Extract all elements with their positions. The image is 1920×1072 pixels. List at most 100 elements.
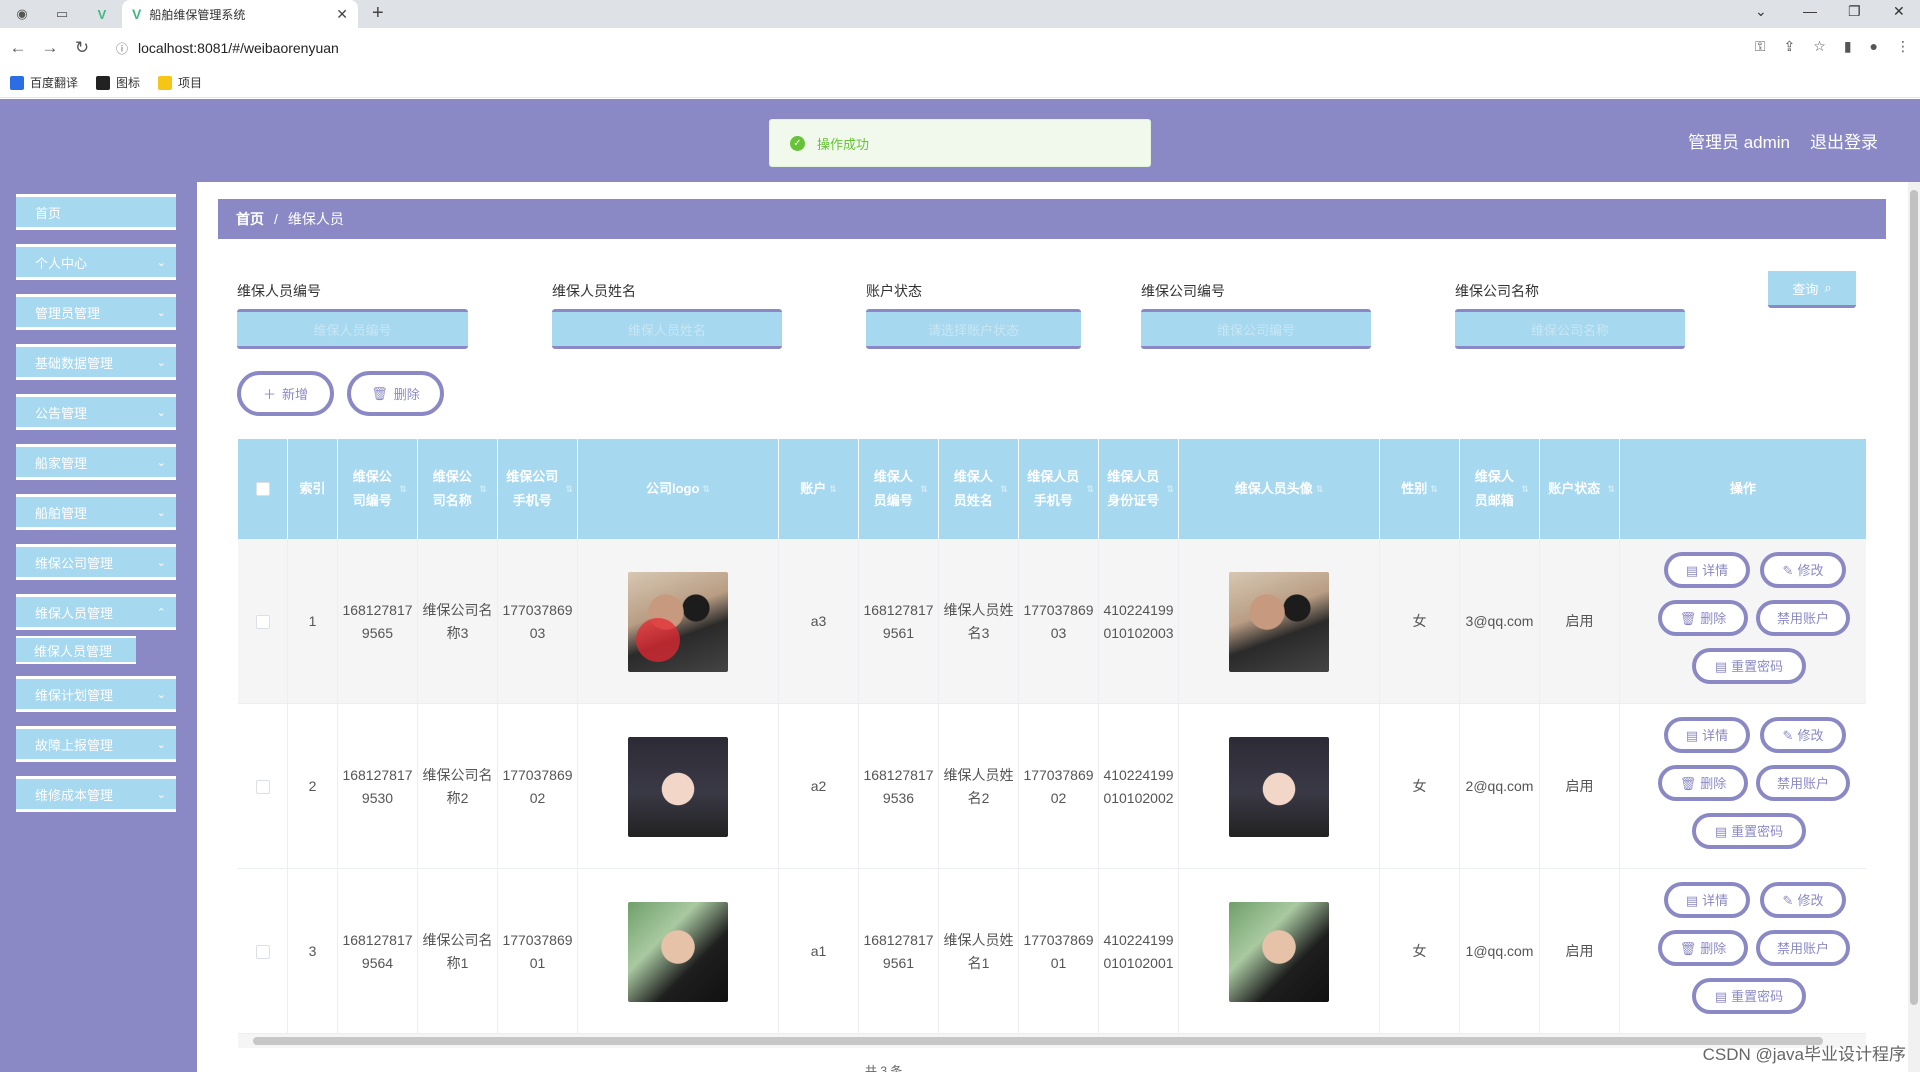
tab-list-icon[interactable]: ⌄ xyxy=(1755,3,1767,20)
header-staff-phone[interactable]: 维保人员手机号 ⇅ xyxy=(1019,439,1099,539)
company-logo-image[interactable] xyxy=(628,736,728,837)
staff-name-input[interactable]: 维保人员姓名 xyxy=(552,309,782,349)
row-select[interactable] xyxy=(238,539,288,704)
vue-tab-icon[interactable]: V xyxy=(88,4,116,24)
sidebar-item-home[interactable]: 首页 xyxy=(16,194,176,230)
sidebar-item-notice[interactable]: 公告管理 ⌄ xyxy=(16,394,176,430)
detail-button[interactable]: ▤ 详情 xyxy=(1664,552,1750,588)
sort-icon[interactable]: ⇅ xyxy=(1086,477,1094,501)
new-tab-icon[interactable]: + xyxy=(372,2,384,25)
delete-button[interactable]: 🗑 删除 xyxy=(347,371,444,416)
staff-no-input[interactable]: 维保人员编号 xyxy=(237,309,468,349)
header-staff-avatar[interactable]: 维保人员头像 ⇅ xyxy=(1179,439,1380,539)
sidebar-item-profile[interactable]: 个人中心 ⌄ xyxy=(16,244,176,280)
sidebar-item-company[interactable]: 维保公司管理 ⌄ xyxy=(16,544,176,580)
sort-icon[interactable]: ⇅ xyxy=(1607,477,1615,501)
header-select-all[interactable] xyxy=(238,439,288,539)
select-all-checkbox[interactable] xyxy=(255,482,270,496)
share-icon[interactable]: ⇪ xyxy=(1784,38,1796,55)
close-tab-icon[interactable]: ✕ xyxy=(336,6,348,23)
row-select[interactable] xyxy=(238,869,288,1034)
sort-icon[interactable]: ⇅ xyxy=(1166,477,1174,501)
reset-password-button[interactable]: ▤ 重置密码 xyxy=(1692,978,1806,1014)
header-gender[interactable]: 性别 ⇅ xyxy=(1380,439,1460,539)
pinned-tab-icon[interactable]: ▭ xyxy=(48,4,76,24)
staff-avatar-image[interactable] xyxy=(1229,736,1329,837)
header-status[interactable]: 账户状态 ⇅ xyxy=(1540,439,1620,539)
status-select[interactable]: 请选择账户状态 xyxy=(866,309,1081,349)
reset-password-button[interactable]: ▤ 重置密码 xyxy=(1692,648,1806,684)
logout-link[interactable]: 退出登录 xyxy=(1810,128,1878,153)
sidebar-item-plan[interactable]: 维保计划管理 ⌄ xyxy=(16,676,176,712)
sidebar-item-basic-data[interactable]: 基础数据管理 ⌄ xyxy=(16,344,176,380)
sort-icon[interactable]: ⇅ xyxy=(702,477,710,501)
sort-icon[interactable]: ⇅ xyxy=(1000,477,1008,501)
row-select[interactable] xyxy=(238,704,288,869)
sort-icon[interactable]: ⇅ xyxy=(1316,477,1324,501)
disable-account-button[interactable]: 禁用账户 xyxy=(1756,600,1850,636)
browser-menu-icon[interactable]: ◉ xyxy=(8,4,36,24)
header-company-logo[interactable]: 公司logo ⇅ xyxy=(578,439,779,539)
table-horizontal-scrollbar[interactable] xyxy=(238,1034,1866,1048)
sidebar-item-admin[interactable]: 管理员管理 ⌄ xyxy=(16,294,176,330)
query-button[interactable]: 查询 ⌕ xyxy=(1768,268,1856,308)
sort-icon[interactable]: ⇅ xyxy=(1521,477,1529,501)
forward-icon[interactable]: → xyxy=(36,38,64,58)
header-account[interactable]: 账户 ⇅ xyxy=(779,439,859,539)
reload-icon[interactable]: ↻ xyxy=(68,38,96,58)
add-button[interactable]: ＋ 新增 xyxy=(237,371,334,416)
company-logo-image[interactable] xyxy=(628,901,728,1002)
header-company-no[interactable]: 维保公司编号 ⇅ xyxy=(338,439,418,539)
info-icon[interactable]: ⓘ xyxy=(116,42,128,56)
edit-button[interactable]: ✎ 修改 xyxy=(1760,882,1846,918)
profile-icon[interactable]: ● xyxy=(1870,38,1878,55)
company-no-input[interactable]: 维保公司编号 xyxy=(1141,309,1371,349)
row-delete-button[interactable]: 🗑 删除 xyxy=(1658,600,1748,636)
restore-icon[interactable]: ❐ xyxy=(1848,3,1861,20)
sort-icon[interactable]: ⇅ xyxy=(829,477,837,501)
sidebar-item-staff[interactable]: 维保人员管理 ⌃ xyxy=(16,594,176,630)
disable-account-button[interactable]: 禁用账户 xyxy=(1756,765,1850,801)
sidepanel-icon[interactable]: ▮ xyxy=(1844,38,1852,55)
minimize-icon[interactable]: — xyxy=(1803,3,1817,19)
sidebar-item-ship[interactable]: 船舶管理 ⌄ xyxy=(16,494,176,530)
sidebar-item-shipowner[interactable]: 船家管理 ⌄ xyxy=(16,444,176,480)
header-company-name[interactable]: 维保公司名称 ⇅ xyxy=(418,439,498,539)
header-email[interactable]: 维保人员邮箱 ⇅ xyxy=(1460,439,1540,539)
edit-button[interactable]: ✎ 修改 xyxy=(1760,717,1846,753)
sort-icon[interactable]: ⇅ xyxy=(565,477,573,501)
sort-icon[interactable]: ⇅ xyxy=(1430,477,1438,501)
url-field[interactable]: ⓘ localhost:8081/#/weibaorenyuan xyxy=(116,40,339,57)
back-icon[interactable]: ← xyxy=(4,38,32,58)
staff-avatar-image[interactable] xyxy=(1229,571,1329,672)
key-icon[interactable]: ⚿ xyxy=(1755,38,1766,55)
header-staff-name[interactable]: 维保人员姓名 ⇅ xyxy=(939,439,1019,539)
bookmark-translate[interactable]: 百度翻译 xyxy=(10,74,78,91)
more-icon[interactable]: ⋮ xyxy=(1896,38,1910,55)
sort-icon[interactable]: ⇅ xyxy=(920,477,928,501)
page-scrollbar-thumb[interactable] xyxy=(1910,190,1918,1005)
header-company-phone[interactable]: 维保公司手机号 ⇅ xyxy=(498,439,578,539)
edit-button[interactable]: ✎ 修改 xyxy=(1760,552,1846,588)
bookmark-icons[interactable]: 图标 xyxy=(96,74,140,91)
sidebar-item-fault[interactable]: 故障上报管理 ⌄ xyxy=(16,726,176,762)
detail-button[interactable]: ▤ 详情 xyxy=(1664,882,1750,918)
close-window-icon[interactable]: ✕ xyxy=(1893,3,1905,20)
sidebar-subitem-staff[interactable]: 维保人员管理 xyxy=(16,636,136,664)
sort-icon[interactable]: ⇅ xyxy=(479,477,487,501)
header-staff-no[interactable]: 维保人员编号 ⇅ xyxy=(859,439,939,539)
staff-avatar-image[interactable] xyxy=(1229,901,1329,1002)
row-checkbox[interactable] xyxy=(255,614,270,629)
row-delete-button[interactable]: 🗑 删除 xyxy=(1658,930,1748,966)
breadcrumb-home[interactable]: 首页 xyxy=(236,209,264,229)
disable-account-button[interactable]: 禁用账户 xyxy=(1756,930,1850,966)
row-delete-button[interactable]: 🗑 删除 xyxy=(1658,765,1748,801)
bookmark-project[interactable]: 项目 xyxy=(158,74,202,91)
sidebar-item-cost[interactable]: 维修成本管理 ⌄ xyxy=(16,776,176,812)
star-icon[interactable]: ☆ xyxy=(1813,38,1826,55)
active-tab[interactable]: V 船舶维保管理系统 ✕ xyxy=(122,0,358,28)
reset-password-button[interactable]: ▤ 重置密码 xyxy=(1692,813,1806,849)
row-checkbox[interactable] xyxy=(255,944,270,959)
company-name-input[interactable]: 维保公司名称 xyxy=(1455,309,1685,349)
detail-button[interactable]: ▤ 详情 xyxy=(1664,717,1750,753)
